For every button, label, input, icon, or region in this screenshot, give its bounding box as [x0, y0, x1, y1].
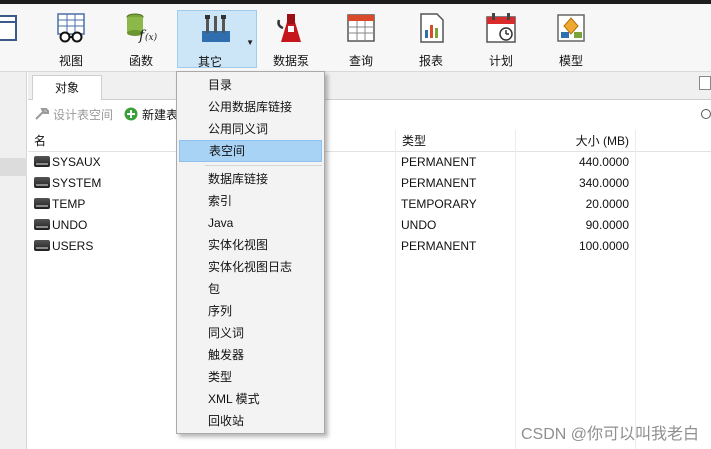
- row-name-cell: TEMP: [34, 194, 85, 215]
- toolbar-button-view[interactable]: 视图: [38, 10, 104, 68]
- toolbar-button-partial[interactable]: [0, 10, 36, 68]
- watermark-text: CSDN @你可以叫我老白: [520, 426, 699, 443]
- search-icon[interactable]: [701, 109, 711, 119]
- column-header-size[interactable]: 大小 (MB): [515, 130, 635, 152]
- menu-item-trigger[interactable]: 触发器: [179, 344, 322, 366]
- toolbar-button-function[interactable]: f (x) 函数: [108, 10, 174, 68]
- menu-separator: [205, 165, 322, 166]
- toolbar-label: 其它: [197, 55, 222, 69]
- add-plus-icon: [124, 107, 138, 121]
- toolbar-button-query[interactable]: 查询: [328, 10, 394, 68]
- row-size: 440.0000: [578, 155, 629, 169]
- row-name: USERS: [52, 239, 94, 253]
- toolbar-label: 查询: [348, 54, 373, 68]
- table-row[interactable]: TEMP TEMPORARY 20.0000: [28, 194, 711, 215]
- table-row[interactable]: USERS PERMANENT 100.0000: [28, 236, 711, 257]
- table-icon: [0, 15, 17, 41]
- tablespace-disk-icon: [34, 240, 50, 251]
- menu-item-xml-schema[interactable]: XML 模式: [179, 388, 322, 410]
- new-tablespace-label: 新建表: [142, 108, 179, 122]
- toolbar-button-model[interactable]: 模型: [538, 10, 604, 68]
- design-tablespace-button[interactable]: 设计表空间: [34, 107, 113, 123]
- design-wrench-icon: [35, 108, 49, 120]
- menu-item-tablespace[interactable]: 表空间: [179, 140, 322, 162]
- row-type: TEMPORARY: [401, 197, 477, 211]
- query-table-icon: [347, 14, 375, 42]
- menu-item-sequence[interactable]: 序列: [179, 300, 322, 322]
- table-row[interactable]: SYSTEM PERMANENT 340.0000: [28, 173, 711, 194]
- menu-item-materialized-view-log[interactable]: 实体化视图日志: [179, 256, 322, 278]
- toolbar-button-data-pump[interactable]: 数据泵: [258, 10, 324, 68]
- row-name-cell: SYSTEM: [34, 173, 101, 194]
- tablespace-disk-icon: [34, 177, 50, 188]
- menu-item-synonym[interactable]: 同义词: [179, 322, 322, 344]
- row-type: PERMANENT: [401, 239, 477, 253]
- row-name-cell: UNDO: [34, 215, 87, 236]
- tablespace-disk-icon: [34, 156, 50, 167]
- tablespace-disk-icon: [34, 198, 50, 209]
- function-fx-icon: f (x): [126, 13, 157, 44]
- row-name: SYSAUX: [52, 155, 101, 169]
- main-toolbar: 视图 f (x) 函数 其它 ▼ 数据泵 查询 报表 计划 模型: [0, 4, 711, 72]
- menu-item-directory[interactable]: 目录: [179, 74, 322, 96]
- new-tablespace-button[interactable]: 新建表: [123, 107, 178, 123]
- svg-text:(x): (x): [145, 32, 157, 43]
- column-header-type[interactable]: 类型: [395, 130, 515, 152]
- data-pump-icon: [277, 14, 301, 42]
- report-icon: [420, 13, 444, 43]
- column-header-name[interactable]: 名: [28, 130, 52, 152]
- toolbar-label: 函数: [128, 54, 153, 68]
- tablespace-disk-icon: [34, 219, 50, 230]
- schedule-calendar-icon: [486, 13, 516, 43]
- toolbar-button-report[interactable]: 报表: [398, 10, 464, 68]
- left-navigation-pane[interactable]: [0, 72, 27, 449]
- row-name-cell: SYSAUX: [34, 152, 101, 173]
- left-pane-selected-item[interactable]: [0, 158, 27, 176]
- menu-item-java[interactable]: Java: [179, 212, 322, 234]
- table-row[interactable]: UNDO UNDO 90.0000: [28, 215, 711, 236]
- tab-options-icon[interactable]: [699, 76, 711, 90]
- row-type: UNDO: [401, 218, 437, 232]
- model-icon: [557, 14, 585, 42]
- table-header: 名 类型 大小 (MB): [28, 130, 711, 152]
- row-size: 100.0000: [578, 239, 629, 253]
- toolbar-label: 数据泵: [272, 54, 309, 68]
- toolbar-label: 报表: [418, 54, 443, 68]
- other-dropdown-menu: 目录 公用数据库链接 公用同义词 表空间 数据库链接 索引 Java 实体化视图…: [176, 71, 325, 434]
- row-name: UNDO: [52, 218, 88, 232]
- view-glasses-icon: [57, 13, 85, 43]
- toolbar-button-other[interactable]: 其它 ▼: [177, 10, 257, 69]
- menu-item-db-link[interactable]: 数据库链接: [179, 168, 322, 190]
- toolbar-label: 视图: [58, 54, 83, 68]
- menu-item-public-synonym[interactable]: 公用同义词: [179, 118, 322, 140]
- tab-objects[interactable]: 对象: [32, 75, 102, 100]
- row-name-cell: USERS: [34, 236, 93, 257]
- row-name: SYSTEM: [52, 176, 102, 190]
- row-size: 90.0000: [585, 218, 629, 232]
- tab-bar: 对象: [28, 72, 711, 100]
- toolbar-button-schedule[interactable]: 计划: [468, 10, 534, 68]
- row-size: 20.0000: [585, 197, 629, 211]
- row-size: 340.0000: [578, 176, 629, 190]
- menu-item-index[interactable]: 索引: [179, 190, 322, 212]
- row-type: PERMANENT: [401, 176, 477, 190]
- table-row[interactable]: SYSAUX PERMANENT 440.0000: [28, 152, 711, 173]
- row-type: PERMANENT: [401, 155, 477, 169]
- menu-item-materialized-view[interactable]: 实体化视图: [179, 234, 322, 256]
- design-tablespace-label: 设计表空间: [53, 108, 114, 122]
- tools-icon: [202, 15, 230, 42]
- menu-item-recycle-bin[interactable]: 回收站: [179, 410, 322, 432]
- menu-item-type[interactable]: 类型: [179, 366, 322, 388]
- toolbar-label: 模型: [558, 54, 583, 68]
- object-toolbar: 设计表空间 新建表: [28, 101, 711, 129]
- row-name: TEMP: [52, 197, 86, 211]
- column-header-next[interactable]: [635, 130, 711, 152]
- toolbar-label: 计划: [488, 54, 513, 68]
- menu-item-package[interactable]: 包: [179, 278, 322, 300]
- chevron-down-icon[interactable]: ▼: [246, 38, 254, 47]
- menu-item-public-db-link[interactable]: 公用数据库链接: [179, 96, 322, 118]
